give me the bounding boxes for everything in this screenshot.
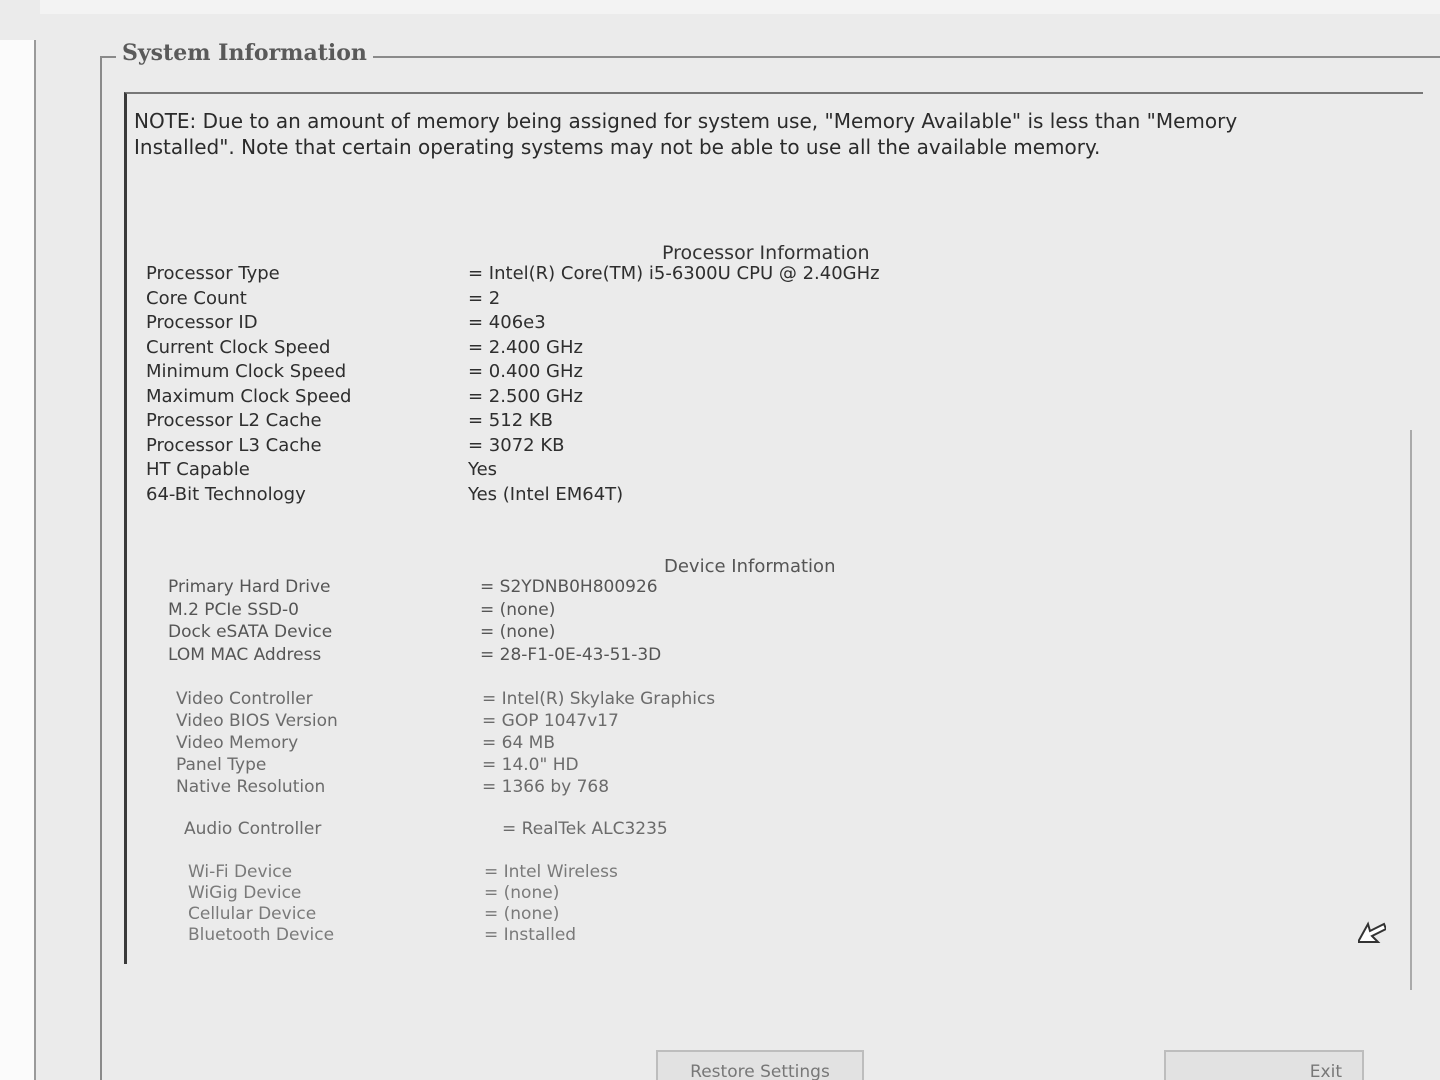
device-row: Video BIOS Version = GOP 1047v17	[176, 710, 715, 732]
row-label: Processor L2 Cache	[146, 410, 322, 431]
top-strip	[40, 0, 1440, 14]
row-label: LOM MAC Address	[168, 644, 322, 665]
row-label: Maximum Clock Speed	[146, 385, 352, 407]
row-value: = (none)	[484, 904, 560, 924]
row-value: = 2.400 GHz	[468, 336, 583, 358]
row-value: = GOP 1047v17	[482, 711, 619, 731]
device-row: Video Memory = 64 MB	[176, 732, 715, 754]
group-title: System Information	[116, 40, 373, 66]
device-row: Video Controller = Intel(R) Skylake Graph…	[176, 688, 715, 710]
row-value: = Intel(R) Core(TM) i5-6300U CPU @ 2.40G…	[468, 263, 880, 284]
row-value: = Intel(R) Skylake Graphics	[482, 689, 716, 709]
row-label: Current Clock Speed	[146, 336, 331, 358]
device-row: WiGig Device = (none)	[188, 883, 618, 904]
mouse-pointer-icon	[1358, 921, 1386, 943]
row-value: = 2.500 GHz	[468, 385, 583, 407]
processor-row: Current Clock Speed = 2.400 GHz	[146, 336, 880, 361]
row-value: = 64 MB	[482, 733, 556, 753]
row-label: 64-Bit Technology	[146, 483, 306, 505]
row-label: Native Resolution	[176, 777, 326, 797]
memory-note: NOTE: Due to an amount of memory being a…	[134, 109, 1238, 159]
processor-row: Processor Type = Intel(R) Core(TM) i5-630…	[146, 262, 880, 287]
row-label: Panel Type	[176, 755, 267, 775]
row-label: Bluetooth Device	[188, 925, 335, 945]
row-label: Processor ID	[146, 312, 258, 333]
row-value: = RealTek ALC3235	[502, 819, 668, 839]
row-label: Processor L3 Cache	[146, 434, 322, 456]
device-information-heading: Device Information	[664, 556, 836, 577]
row-value: = (none)	[480, 599, 556, 620]
row-value: = Intel Wireless	[484, 862, 618, 882]
device-row: Dock eSATA Device = (none)	[168, 621, 661, 644]
row-value: = 0.400 GHz	[468, 361, 583, 382]
device-row: Panel Type = 14.0" HD	[176, 754, 715, 776]
row-value: = 28-F1-0E-43-51-3D	[480, 644, 662, 665]
exit-button[interactable]: Exit	[1164, 1050, 1364, 1080]
processor-row: Minimum Clock Speed = 0.400 GHz	[146, 360, 880, 385]
row-label: Core Count	[146, 287, 247, 309]
processor-row: Core Count = 2	[146, 287, 880, 312]
wireless-info-table: Wi-Fi Device = Intel Wireless WiGig Devic…	[188, 862, 618, 946]
row-value: = 406e3	[468, 312, 546, 333]
row-label: Video Controller	[176, 689, 313, 709]
device-row: Primary Hard Drive = S2YDNB0H800926	[168, 576, 661, 599]
processor-information-heading: Processor Information	[662, 242, 870, 264]
row-label: Video Memory	[176, 733, 299, 753]
row-label: HT Capable	[146, 459, 250, 480]
processor-row: Maximum Clock Speed = 2.500 GHz	[146, 385, 880, 410]
device-row: Native Resolution = 1366 by 768	[176, 776, 715, 798]
device-row: Audio Controller = RealTek ALC3235	[184, 818, 668, 841]
processor-row: Processor L2 Cache = 512 KB	[146, 409, 880, 434]
audio-info-table: Audio Controller = RealTek ALC3235	[184, 818, 668, 841]
row-label: Primary Hard Drive	[168, 577, 331, 597]
device-row: Wi-Fi Device = Intel Wireless	[188, 862, 618, 883]
processor-row: Processor ID = 406e3	[146, 311, 880, 336]
scrollbar-track[interactable]	[1410, 430, 1412, 990]
row-value: = 14.0" HD	[482, 755, 579, 775]
processor-info-table: Processor Type = Intel(R) Core(TM) i5-630…	[146, 262, 880, 507]
processor-row: 64-Bit Technology Yes (Intel EM64T)	[146, 483, 880, 508]
row-value: = S2YDNB0H800926	[480, 577, 658, 597]
row-value: Yes (Intel EM64T)	[468, 483, 624, 505]
navigation-pane[interactable]	[0, 40, 36, 1080]
row-value: = 2	[468, 287, 501, 309]
row-label: Dock eSATA Device	[168, 622, 333, 642]
row-value: = 1366 by 768	[482, 777, 610, 797]
row-label: Minimum Clock Speed	[146, 361, 347, 382]
storage-info-table: Primary Hard Drive = S2YDNB0H800926 M.2 P…	[168, 576, 661, 666]
device-row: M.2 PCIe SSD-0 = (none)	[168, 599, 661, 622]
row-label: Audio Controller	[184, 819, 322, 839]
video-info-table: Video Controller = Intel(R) Skylake Graph…	[176, 688, 715, 798]
row-label: Cellular Device	[188, 904, 317, 924]
row-label: Processor Type	[146, 263, 280, 284]
bios-screen: System Information NOTE: Due to an amoun…	[0, 0, 1440, 1080]
processor-row: Processor L3 Cache = 3072 KB	[146, 434, 880, 459]
device-row: Bluetooth Device = Installed	[188, 925, 618, 946]
row-value: = (none)	[480, 622, 556, 642]
row-label: M.2 PCIe SSD-0	[168, 599, 299, 620]
row-value: Yes	[468, 459, 498, 480]
row-value: = (none)	[484, 883, 560, 903]
device-row: LOM MAC Address = 28-F1-0E-43-51-3D	[168, 644, 661, 667]
row-value: = 512 KB	[468, 410, 554, 431]
restore-settings-button[interactable]: Restore Settings	[656, 1050, 864, 1080]
processor-row: HT Capable Yes	[146, 458, 880, 483]
row-value: = 3072 KB	[468, 434, 565, 456]
row-label: WiGig Device	[188, 883, 302, 903]
row-value: = Installed	[484, 925, 577, 945]
row-label: Video BIOS Version	[176, 711, 338, 731]
row-label: Wi-Fi Device	[188, 862, 293, 882]
device-row: Cellular Device = (none)	[188, 904, 618, 925]
